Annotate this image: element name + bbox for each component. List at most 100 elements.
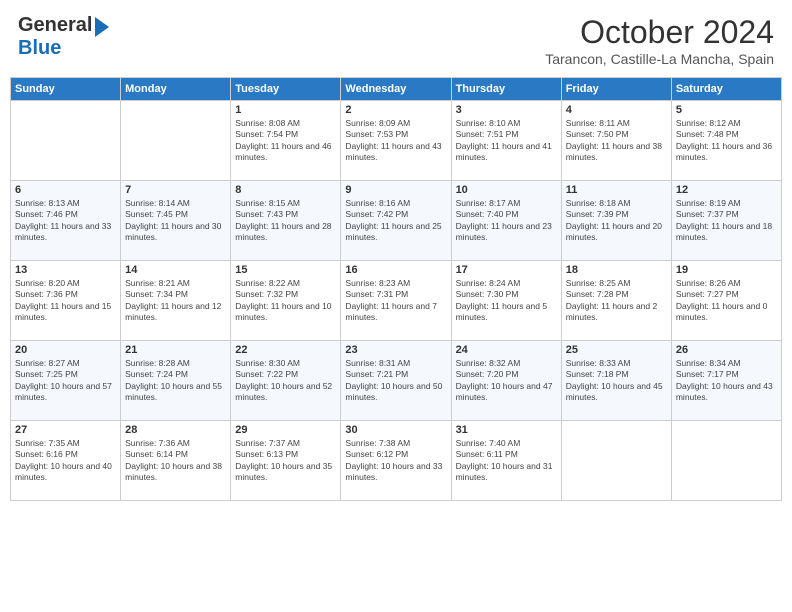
day-number: 15 <box>235 264 336 276</box>
logo-blue: Blue <box>18 37 61 59</box>
day-number: 9 <box>345 184 446 196</box>
weekday-header-tuesday: Tuesday <box>231 78 341 101</box>
day-info: Sunrise: 8:22 AM Sunset: 7:32 PM Dayligh… <box>235 278 336 324</box>
calendar-cell: 24 Sunrise: 8:32 AM Sunset: 7:20 PM Dayli… <box>451 341 561 421</box>
logo-general: General <box>18 14 92 36</box>
day-info: Sunrise: 8:08 AM Sunset: 7:54 PM Dayligh… <box>235 118 336 164</box>
day-info: Sunrise: 8:34 AM Sunset: 7:17 PM Dayligh… <box>676 358 777 404</box>
day-number: 25 <box>566 344 667 356</box>
day-number: 13 <box>15 264 116 276</box>
calendar-cell: 27 Sunrise: 7:35 AM Sunset: 6:16 PM Dayli… <box>11 421 121 501</box>
day-number: 23 <box>345 344 446 356</box>
calendar-cell: 10 Sunrise: 8:17 AM Sunset: 7:40 PM Dayli… <box>451 181 561 261</box>
calendar-cell: 22 Sunrise: 8:30 AM Sunset: 7:22 PM Dayli… <box>231 341 341 421</box>
calendar-cell: 28 Sunrise: 7:36 AM Sunset: 6:14 PM Dayli… <box>121 421 231 501</box>
calendar-cell: 21 Sunrise: 8:28 AM Sunset: 7:24 PM Dayli… <box>121 341 231 421</box>
day-number: 20 <box>15 344 116 356</box>
day-number: 17 <box>456 264 557 276</box>
day-info: Sunrise: 8:33 AM Sunset: 7:18 PM Dayligh… <box>566 358 667 404</box>
calendar-cell: 4 Sunrise: 8:11 AM Sunset: 7:50 PM Daylig… <box>561 101 671 181</box>
weekday-header-friday: Friday <box>561 78 671 101</box>
calendar-cell <box>561 421 671 501</box>
day-number: 12 <box>676 184 777 196</box>
day-info: Sunrise: 8:20 AM Sunset: 7:36 PM Dayligh… <box>15 278 116 324</box>
weekday-header-wednesday: Wednesday <box>341 78 451 101</box>
weekday-header-thursday: Thursday <box>451 78 561 101</box>
weekday-header-monday: Monday <box>121 78 231 101</box>
day-number: 5 <box>676 104 777 116</box>
calendar-cell <box>11 101 121 181</box>
day-info: Sunrise: 8:16 AM Sunset: 7:42 PM Dayligh… <box>345 198 446 244</box>
day-info: Sunrise: 7:36 AM Sunset: 6:14 PM Dayligh… <box>125 438 226 484</box>
title-area: October 2024 Tarancon, Castille-La Manch… <box>545 14 774 67</box>
day-info: Sunrise: 8:25 AM Sunset: 7:28 PM Dayligh… <box>566 278 667 324</box>
logo-icon <box>95 17 109 37</box>
calendar-cell: 11 Sunrise: 8:18 AM Sunset: 7:39 PM Dayli… <box>561 181 671 261</box>
weekday-header-sunday: Sunday <box>11 78 121 101</box>
day-info: Sunrise: 8:23 AM Sunset: 7:31 PM Dayligh… <box>345 278 446 324</box>
calendar-cell: 1 Sunrise: 8:08 AM Sunset: 7:54 PM Daylig… <box>231 101 341 181</box>
day-number: 21 <box>125 344 226 356</box>
day-info: Sunrise: 7:37 AM Sunset: 6:13 PM Dayligh… <box>235 438 336 484</box>
calendar-cell: 31 Sunrise: 7:40 AM Sunset: 6:11 PM Dayli… <box>451 421 561 501</box>
day-info: Sunrise: 8:24 AM Sunset: 7:30 PM Dayligh… <box>456 278 557 324</box>
calendar-cell: 14 Sunrise: 8:21 AM Sunset: 7:34 PM Dayli… <box>121 261 231 341</box>
calendar-cell: 3Sunrise: 8:10 AM Sunset: 7:51 PM Daylig… <box>451 101 561 181</box>
day-info: Sunrise: 8:32 AM Sunset: 7:20 PM Dayligh… <box>456 358 557 404</box>
calendar-cell: 19Sunrise: 8:26 AM Sunset: 7:27 PM Dayli… <box>671 261 781 341</box>
page-header: General Blue October 2024 Tarancon, Cast… <box>10 10 782 71</box>
weekday-header-saturday: Saturday <box>671 78 781 101</box>
day-info: Sunrise: 8:12 AM Sunset: 7:48 PM Dayligh… <box>676 118 777 164</box>
day-number: 1 <box>235 104 336 116</box>
calendar-cell: 30 Sunrise: 7:38 AM Sunset: 6:12 PM Dayli… <box>341 421 451 501</box>
calendar-cell: 15 Sunrise: 8:22 AM Sunset: 7:32 PM Dayli… <box>231 261 341 341</box>
day-number: 26 <box>676 344 777 356</box>
day-info: Sunrise: 7:38 AM Sunset: 6:12 PM Dayligh… <box>345 438 446 484</box>
day-info: Sunrise: 8:13 AM Sunset: 7:46 PM Dayligh… <box>15 198 116 244</box>
day-info: Sunrise: 8:17 AM Sunset: 7:40 PM Dayligh… <box>456 198 557 244</box>
day-number: 2 <box>345 104 446 116</box>
day-info: Sunrise: 8:10 AM Sunset: 7:51 PM Dayligh… <box>456 118 557 164</box>
day-info: Sunrise: 7:35 AM Sunset: 6:16 PM Dayligh… <box>15 438 116 484</box>
day-number: 4 <box>566 104 667 116</box>
day-number: 6 <box>15 184 116 196</box>
calendar-cell <box>121 101 231 181</box>
day-number: 28 <box>125 424 226 436</box>
calendar-cell: 7Sunrise: 8:14 AM Sunset: 7:45 PM Daylig… <box>121 181 231 261</box>
day-number: 14 <box>125 264 226 276</box>
calendar-cell: 12Sunrise: 8:19 AM Sunset: 7:37 PM Dayli… <box>671 181 781 261</box>
day-info: Sunrise: 8:28 AM Sunset: 7:24 PM Dayligh… <box>125 358 226 404</box>
calendar-table: SundayMondayTuesdayWednesdayThursdayFrid… <box>10 77 782 501</box>
calendar-cell: 6 Sunrise: 8:13 AM Sunset: 7:46 PM Daylig… <box>11 181 121 261</box>
day-info: Sunrise: 8:30 AM Sunset: 7:22 PM Dayligh… <box>235 358 336 404</box>
logo: General Blue <box>18 14 109 60</box>
calendar-cell <box>671 421 781 501</box>
day-number: 11 <box>566 184 667 196</box>
day-info: Sunrise: 7:40 AM Sunset: 6:11 PM Dayligh… <box>456 438 557 484</box>
day-number: 27 <box>15 424 116 436</box>
calendar-cell: 13 Sunrise: 8:20 AM Sunset: 7:36 PM Dayli… <box>11 261 121 341</box>
day-number: 19 <box>676 264 777 276</box>
day-number: 22 <box>235 344 336 356</box>
calendar-cell: 8Sunrise: 8:15 AM Sunset: 7:43 PM Daylig… <box>231 181 341 261</box>
day-number: 10 <box>456 184 557 196</box>
day-number: 24 <box>456 344 557 356</box>
day-number: 31 <box>456 424 557 436</box>
day-info: Sunrise: 8:09 AM Sunset: 7:53 PM Dayligh… <box>345 118 446 164</box>
calendar-cell: 26 Sunrise: 8:34 AM Sunset: 7:17 PM Dayli… <box>671 341 781 421</box>
day-info: Sunrise: 8:11 AM Sunset: 7:50 PM Dayligh… <box>566 118 667 164</box>
calendar-cell: 16 Sunrise: 8:23 AM Sunset: 7:31 PM Dayli… <box>341 261 451 341</box>
calendar-cell: 20 Sunrise: 8:27 AM Sunset: 7:25 PM Dayli… <box>11 341 121 421</box>
day-number: 16 <box>345 264 446 276</box>
day-number: 29 <box>235 424 336 436</box>
calendar-cell: 5 Sunrise: 8:12 AM Sunset: 7:48 PM Daylig… <box>671 101 781 181</box>
calendar-cell: 25 Sunrise: 8:33 AM Sunset: 7:18 PM Dayli… <box>561 341 671 421</box>
day-info: Sunrise: 8:31 AM Sunset: 7:21 PM Dayligh… <box>345 358 446 404</box>
day-number: 8 <box>235 184 336 196</box>
day-info: Sunrise: 8:21 AM Sunset: 7:34 PM Dayligh… <box>125 278 226 324</box>
day-number: 30 <box>345 424 446 436</box>
day-number: 7 <box>125 184 226 196</box>
day-number: 18 <box>566 264 667 276</box>
day-info: Sunrise: 8:18 AM Sunset: 7:39 PM Dayligh… <box>566 198 667 244</box>
day-info: Sunrise: 8:27 AM Sunset: 7:25 PM Dayligh… <box>15 358 116 404</box>
